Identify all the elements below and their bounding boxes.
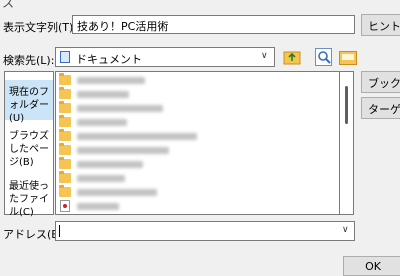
display-text-value: 技あり！PC活用術 (77, 20, 169, 33)
blurred-name (77, 174, 125, 182)
blurred-name (77, 202, 119, 210)
folder-icon (59, 171, 71, 183)
file-list[interactable] (55, 71, 340, 215)
address-input[interactable]: ∨ (55, 221, 355, 241)
folder-icon (59, 143, 71, 155)
place-recent-files[interactable]: 最近使ったファイル(C) (5, 178, 53, 218)
document-icon (60, 200, 70, 212)
list-item[interactable] (59, 115, 127, 129)
blurred-name (77, 90, 129, 98)
folder-icon (59, 157, 71, 169)
list-item[interactable] (59, 87, 129, 101)
list-item[interactable] (59, 171, 125, 185)
list-item[interactable] (59, 185, 157, 199)
blurred-name (77, 132, 197, 140)
blurred-name (77, 146, 169, 154)
target-frame-button[interactable]: ターゲット (361, 97, 400, 119)
list-item[interactable] (59, 143, 169, 157)
folder-icon (59, 115, 71, 127)
scrollbar-thumb[interactable] (345, 86, 348, 124)
place-browsed-pages[interactable]: ブラウズしたページ(B) (5, 128, 53, 168)
list-item[interactable] (59, 129, 197, 143)
text-caret (59, 225, 60, 237)
folder-icon (59, 185, 71, 197)
open-folder-icon (339, 51, 357, 65)
look-in-label: 検索先(L): (3, 54, 55, 67)
folder-icon (59, 129, 71, 141)
up-folder-button[interactable] (281, 46, 303, 68)
list-item[interactable] (59, 101, 163, 115)
list-item[interactable] (59, 199, 119, 213)
look-in-value: ドキュメント (76, 53, 142, 66)
display-text-input[interactable]: 技あり！PC活用術 (72, 15, 355, 34)
place-current-folder[interactable]: 現在のフォルダー(U) (5, 80, 53, 124)
file-list-scrollbar[interactable] (340, 71, 354, 215)
display-text-label: 表示文字列(T): (3, 21, 78, 34)
folder-icon (59, 101, 71, 113)
list-item[interactable] (59, 73, 145, 87)
folder-icon (59, 87, 71, 99)
blurred-name (77, 188, 157, 196)
browse-web-button[interactable] (313, 46, 335, 68)
ok-button[interactable]: OK (343, 256, 400, 276)
bookmark-button[interactable]: ブック (361, 71, 400, 93)
blurred-name (77, 118, 127, 126)
folder-icon (59, 73, 71, 85)
chevron-down-icon: ∨ (261, 51, 268, 61)
blurred-name (77, 160, 143, 168)
blurred-name (77, 104, 163, 112)
blurred-name (77, 76, 145, 84)
documents-icon (60, 51, 70, 63)
window-title: ス (2, 0, 15, 10)
chevron-down-icon: ∨ (342, 225, 349, 235)
look-in-dropdown[interactable]: ドキュメント ∨ (55, 47, 275, 67)
list-item[interactable] (59, 157, 143, 171)
browse-file-button[interactable] (337, 46, 359, 68)
up-folder-icon (283, 51, 301, 65)
hint-button[interactable]: ヒント (361, 14, 400, 36)
places-bar: 現在のフォルダー(U) ブラウズしたページ(B) 最近使ったファイル(C) (4, 71, 54, 218)
search-web-icon (315, 48, 332, 66)
